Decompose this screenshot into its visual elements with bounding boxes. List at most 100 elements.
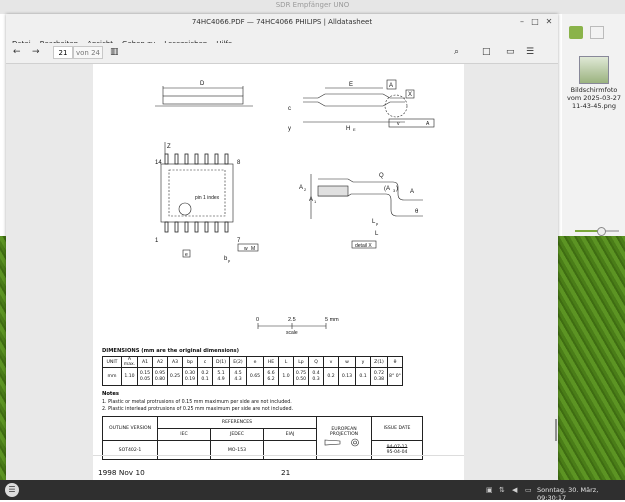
- scale-tick-2-5: 2.5: [288, 317, 296, 323]
- dim-header: θ: [387, 356, 403, 368]
- dim-header: HE: [263, 356, 279, 368]
- label-c: c: [288, 106, 291, 112]
- back-arrow-icon[interactable]: ←: [13, 47, 21, 57]
- close-icon[interactable]: ✕: [544, 17, 554, 26]
- issue-date-cell: 94-07-12 95-04-04: [371, 440, 423, 460]
- menu-bar: DateiBearbeitenAnsichtGehen zuLesezeiche…: [6, 31, 558, 48]
- label-pin7: 7: [237, 238, 241, 244]
- network-icon[interactable]: ⇅: [499, 486, 505, 494]
- dim-header: c: [197, 356, 213, 368]
- notes-title: Notes: [102, 391, 119, 397]
- dim-value: 0.65: [246, 367, 264, 386]
- dim-header: A max.: [121, 356, 138, 368]
- package-drawing: D E A H E X v A c y Z 14 8 1 7 pin 1 ind…: [155, 79, 435, 334]
- scale-tick-0: 0: [256, 317, 259, 323]
- forward-arrow-icon[interactable]: →: [32, 47, 40, 57]
- eiaj-header: EIAJ: [263, 428, 317, 441]
- label-a-right: A: [410, 189, 414, 195]
- dim-header: bp: [182, 356, 198, 368]
- dimensions-value-row: mm 1.10 0.15 0.05 0.95 0.80 0.25 0.30 0.…: [102, 367, 403, 386]
- footer-page-number: 21: [281, 468, 291, 477]
- dim-header: A3: [167, 356, 183, 368]
- page-number-input[interactable]: 21: [53, 46, 73, 59]
- dim-header: UNIT: [102, 356, 122, 368]
- label-e-box: e: [185, 252, 188, 258]
- battery-icon[interactable]: ▭: [525, 486, 532, 494]
- toolbar: ← → 21 von 24 ▥ ⌕ □ ▭ ☰: [6, 43, 558, 64]
- zoom-icon[interactable]: □: [482, 47, 491, 57]
- scale-bar: 0 2.5 5 mm scale: [256, 317, 339, 334]
- projection-header: EUROPEAN PROJECTION: [329, 427, 359, 437]
- start-menu-icon[interactable]: ☰: [5, 483, 19, 497]
- dim-header: w: [338, 356, 356, 368]
- label-d: D: [200, 81, 205, 87]
- label-pin1-index: pin 1 index: [195, 195, 220, 201]
- window-title: 74HC4066.PDF — 74HC4066 PHILIPS | Alldat…: [191, 18, 373, 26]
- page-total: von 24: [73, 46, 103, 59]
- dim-value: 6.6 6.2: [263, 367, 279, 386]
- dim-header: Lp: [293, 356, 309, 368]
- page-layout-icon[interactable]: ▭: [506, 47, 515, 57]
- dim-value: 0.75 0.50: [293, 367, 309, 386]
- outline-version-header: OUTLINE VERSION: [102, 416, 158, 441]
- top-view-package: D: [155, 81, 253, 107]
- document-scrollbar[interactable]: [555, 64, 557, 480]
- outline-header-row: OUTLINE VERSION REFERENCES EUROPEAN PROJ…: [102, 416, 423, 460]
- dim-header: E(2): [229, 356, 247, 368]
- label-z: Z: [167, 144, 171, 150]
- taskbar: ☰ ▣ ⇅ ◀ ▭ Sonntag, 30. März, 09:30:17: [0, 480, 625, 502]
- dim-value: 0.72 0.38: [370, 367, 388, 386]
- desktop-file-label: Bildschirmfoto vom 2025-03-27 11-43-45.p…: [567, 86, 621, 110]
- pin-view-package: Z 14 8 1 7 pin 1 index e b p w M: [155, 142, 259, 263]
- note-1: 1. Plastic or metal protrusions of 0.15 …: [102, 400, 292, 405]
- label-x: X: [408, 92, 412, 98]
- jedec-header: JEDEC: [210, 428, 264, 441]
- label-pin8: 8: [237, 160, 241, 166]
- label-y: y: [288, 126, 291, 132]
- dim-value: 0.30 0.19: [182, 367, 198, 386]
- dimensions-header-row: UNIT A max. A1 A2 A3 bp c D(1) E(2) e HE…: [102, 356, 403, 368]
- menu-icon[interactable]: ☰: [526, 47, 534, 57]
- outline-value-row: SOT402-1 MO-153 94-07-12 95-04-04: [102, 440, 423, 460]
- label-pin1: 1: [155, 238, 159, 244]
- page-bottom-divider: [93, 455, 464, 456]
- document-viewer-window: 74HC4066.PDF — 74HC4066 PHILIPS | Alldat…: [6, 14, 558, 480]
- dim-value: 0.4 0.3: [308, 367, 324, 386]
- label-a-box: A: [389, 83, 393, 89]
- dimensions-title: DIMENSIONS (mm are the original dimensio…: [102, 348, 239, 354]
- projection-symbol-icon: [324, 438, 359, 447]
- label-detail: detail X: [355, 243, 372, 249]
- pdf-page: D E A H E X v A c y Z 14 8 1 7 pin 1 ind…: [93, 64, 464, 480]
- dim-header: Z(1): [370, 356, 388, 368]
- dim-value: 1.0: [278, 367, 294, 386]
- grid-view-button[interactable]: [590, 26, 604, 39]
- issue-date-header: ISSUE DATE: [371, 416, 423, 441]
- dim-header: D(1): [212, 356, 230, 368]
- minimize-icon[interactable]: –: [517, 17, 527, 26]
- sidebar-toggle-icon[interactable]: ▥: [110, 47, 119, 57]
- green-toggle-button[interactable]: [569, 26, 583, 39]
- window-titlebar: 74HC4066.PDF — 74HC4066 PHILIPS | Alldat…: [6, 14, 558, 31]
- label-lp-sub: p: [376, 221, 379, 226]
- dim-value: 0.1: [355, 367, 371, 386]
- dim-value: 1.10: [121, 367, 138, 386]
- label-he-sub: E: [353, 127, 356, 132]
- dim-value: mm: [102, 367, 122, 386]
- dim-value: 5.1 4.9: [212, 367, 230, 386]
- search-icon[interactable]: ⌕: [454, 47, 459, 57]
- maximize-icon[interactable]: □: [530, 17, 540, 26]
- document-scrollbar-thumb[interactable]: [555, 419, 557, 441]
- image-thumbnail-icon: [579, 56, 609, 84]
- document-area[interactable]: D E A H E X v A c y Z 14 8 1 7 pin 1 ind…: [6, 64, 558, 480]
- dim-value: 0.13: [338, 367, 356, 386]
- volume-slider[interactable]: [575, 227, 619, 236]
- folder-icon[interactable]: ▣: [486, 486, 493, 494]
- desktop-file-icon[interactable]: Bildschirmfoto vom 2025-03-27 11-43-45.p…: [564, 56, 624, 110]
- label-he: H: [346, 126, 350, 132]
- jedec-value: MO-153: [210, 440, 264, 460]
- label-a1-sub: 1: [314, 199, 317, 204]
- dim-value: 0.95 0.80: [152, 367, 168, 386]
- label-a3: (A: [384, 186, 390, 192]
- volume-icon[interactable]: ◀: [512, 486, 517, 494]
- dim-header: A1: [137, 356, 153, 368]
